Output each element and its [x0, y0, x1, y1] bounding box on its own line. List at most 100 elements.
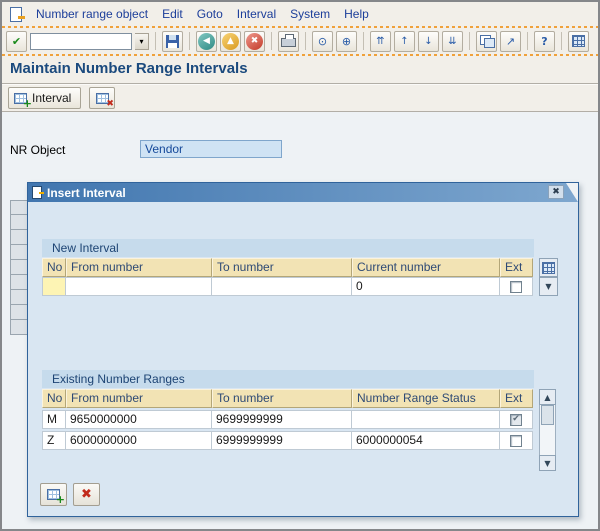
toolbar-separator: [527, 32, 528, 50]
title-bar: Maintain Number Range Intervals: [2, 56, 598, 83]
menu-item-system[interactable]: System: [290, 7, 330, 21]
chevron-down-icon: ▾: [139, 36, 144, 46]
find-button[interactable]: ⊙: [312, 30, 333, 52]
row-selector[interactable]: [10, 260, 28, 275]
to-number-input-cell[interactable]: [212, 277, 352, 296]
toolbar-separator: [305, 32, 306, 50]
dialog-close-button[interactable]: ✖: [548, 185, 564, 199]
scrollbar-down-button[interactable]: ▼: [539, 455, 556, 471]
column-header-current-number: Current number: [352, 258, 500, 277]
interval-button-label: Interval: [32, 91, 72, 105]
sap-window: Number range object Edit Goto Interval S…: [0, 0, 600, 531]
dialog-cancel-button[interactable]: ✖: [73, 483, 100, 506]
column-header-no: No: [42, 389, 66, 408]
toolbar-separator: [469, 32, 470, 50]
enter-button[interactable]: ✔: [6, 30, 27, 52]
no-cell[interactable]: M: [42, 410, 66, 429]
find-icon: ⊙: [317, 34, 328, 48]
print-button[interactable]: [278, 30, 299, 52]
from-number-cell[interactable]: 9650000000: [66, 410, 212, 429]
nr-object-label: NR Object: [10, 143, 66, 157]
row-selector[interactable]: [10, 230, 28, 245]
first-page-button[interactable]: ⇈: [370, 30, 391, 52]
row-selector[interactable]: [10, 290, 28, 305]
previous-page-button[interactable]: ↑: [394, 30, 415, 52]
menu-bar: Number range object Edit Goto Interval S…: [2, 2, 598, 26]
dialog-corner: [566, 183, 578, 202]
menu-item-goto[interactable]: Goto: [197, 7, 223, 21]
window-icon: [10, 6, 25, 22]
interval-button[interactable]: + Interval: [8, 87, 82, 109]
new-interval-section-title: New Interval: [42, 239, 534, 257]
create-shortcut-button[interactable]: ↗: [500, 30, 521, 52]
page-title: Maintain Number Range Intervals: [10, 60, 248, 77]
cancel-button[interactable]: ✖: [244, 30, 265, 52]
dialog-title: Insert Interval: [47, 185, 126, 200]
scroll-down-button[interactable]: ▼: [539, 277, 558, 296]
toolbar-separator: [189, 32, 190, 50]
ext-cell: [500, 431, 533, 450]
row-selector[interactable]: [10, 245, 28, 260]
last-page-icon: ⇊: [448, 35, 457, 47]
shortcut-icon: ↗: [505, 34, 516, 48]
to-number-cell[interactable]: 6999999999: [212, 431, 352, 450]
nr-object-field[interactable]: Vendor: [140, 140, 282, 158]
command-dropdown-button[interactable]: ▾: [135, 32, 149, 50]
number-range-status-cell[interactable]: 6000000054: [352, 431, 500, 450]
insert-interval-icon: +: [47, 489, 65, 505]
back-icon: ◀: [198, 32, 215, 50]
plus-icon: +: [55, 493, 65, 506]
save-button[interactable]: [162, 30, 183, 52]
row-selector[interactable]: [10, 275, 28, 290]
cancel-x-icon: ✖: [81, 487, 92, 502]
no-cell[interactable]: Z: [42, 431, 66, 450]
table-row: Z 6000000000 6999999999 6000000054: [42, 431, 533, 450]
menu-item-edit[interactable]: Edit: [162, 7, 183, 21]
background-row-selectors: [10, 200, 28, 335]
number-range-status-cell[interactable]: [352, 410, 500, 429]
no-input-cell[interactable]: [42, 277, 66, 296]
last-page-button[interactable]: ⇊: [442, 30, 463, 52]
row-selector[interactable]: [10, 200, 28, 215]
toolbar-separator: [271, 32, 272, 50]
dialog-window-icon: [32, 186, 44, 199]
dialog-title-bar[interactable]: Insert Interval ✖: [28, 183, 578, 202]
row-selector[interactable]: [10, 320, 28, 335]
next-page-icon: ↓: [424, 35, 433, 47]
customize-layout-button[interactable]: [568, 30, 589, 52]
row-selector[interactable]: [10, 215, 28, 230]
column-header-to-number: To number: [212, 258, 352, 277]
from-number-input-cell[interactable]: [66, 277, 212, 296]
table-settings-button[interactable]: [539, 258, 558, 277]
back-button[interactable]: ◀: [196, 30, 217, 52]
next-page-button[interactable]: ↓: [418, 30, 439, 52]
ext-checkbox[interactable]: [510, 280, 522, 293]
scrollbar-up-button[interactable]: ▲: [539, 389, 556, 405]
menu-item-help[interactable]: Help: [344, 7, 369, 21]
column-header-number-range-status: Number Range Status: [352, 389, 500, 408]
ext-checkbox[interactable]: [510, 434, 522, 447]
new-session-button[interactable]: [476, 30, 497, 52]
new-interval-row: 0: [42, 277, 533, 296]
delete-interval-button[interactable]: ✖: [89, 87, 116, 109]
toolbar-separator: [363, 32, 364, 50]
help-button[interactable]: ?: [534, 30, 555, 52]
scrollbar-track[interactable]: [539, 405, 556, 455]
menu-item-interval[interactable]: Interval: [237, 7, 276, 21]
arrow-up-icon: ▲: [544, 392, 551, 402]
row-selector[interactable]: [10, 305, 28, 320]
to-number-cell[interactable]: 9699999999: [212, 410, 352, 429]
ext-cell: [500, 410, 533, 429]
dialog-body: New Interval No From number To number Cu…: [28, 202, 578, 517]
exit-button[interactable]: ▲: [220, 30, 241, 52]
menu-item-number-range-object[interactable]: Number range object: [36, 7, 148, 21]
insert-interval-confirm-button[interactable]: +: [40, 483, 67, 506]
customize-layout-icon: [572, 35, 585, 47]
scrollbar-thumb[interactable]: [541, 405, 554, 425]
toolbar-separator: [561, 32, 562, 50]
from-number-cell[interactable]: 6000000000: [66, 431, 212, 450]
table-settings-icon: [542, 261, 555, 274]
find-next-button[interactable]: ⊕: [336, 30, 357, 52]
current-number-input-cell[interactable]: 0: [352, 277, 500, 296]
command-field[interactable]: [30, 32, 132, 50]
